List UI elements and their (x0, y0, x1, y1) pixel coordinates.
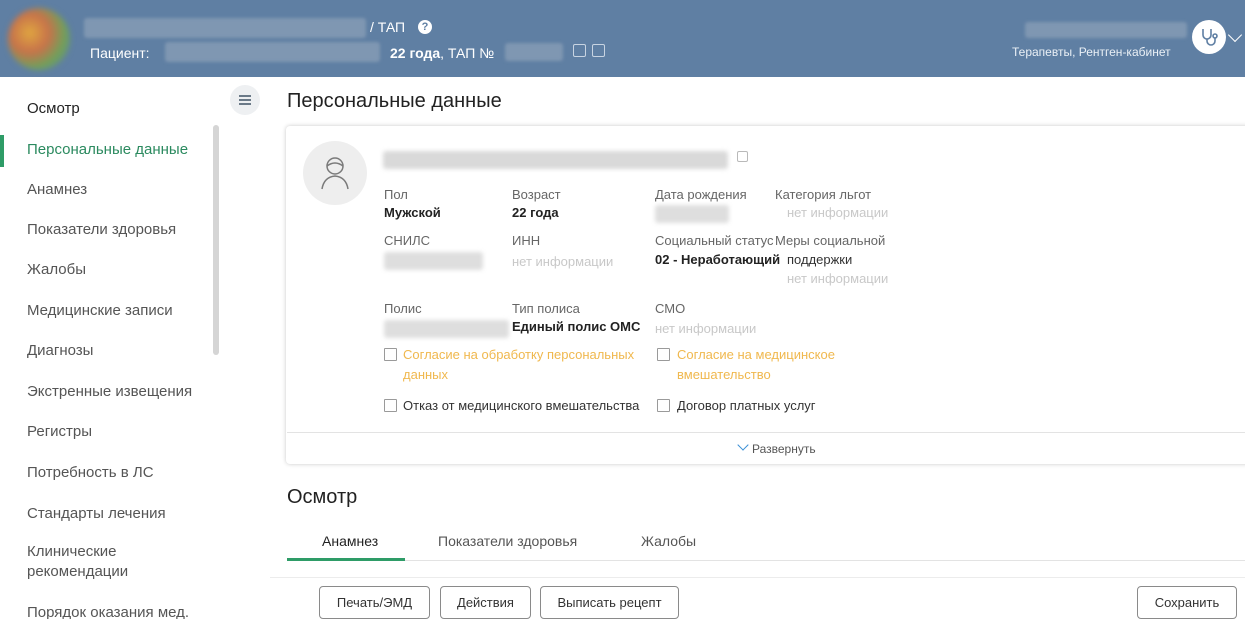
hamburger-icon-line (239, 99, 251, 101)
sidebar-item-emergency-notices[interactable]: Экстренные извещения (27, 382, 207, 402)
dob-value-blurred (655, 205, 729, 223)
sidebar-item-medical-records[interactable]: Медицинские записи (27, 301, 207, 321)
smo-value: нет информации (655, 321, 757, 336)
header-age-value: 22 года (390, 45, 441, 61)
document-icon[interactable] (592, 44, 605, 57)
external-link-icon[interactable] (573, 44, 586, 57)
user-menu-chevron-icon[interactable] (1227, 27, 1243, 43)
patient-avatar (303, 141, 367, 205)
patient-info-blurred (165, 42, 380, 62)
sex-value: Мужской (384, 205, 441, 220)
save-button[interactable]: Сохранить (1137, 586, 1237, 619)
sidebar-item-osmotr[interactable]: Осмотр (27, 99, 207, 119)
sidebar-item-complaints[interactable]: Жалобы (27, 260, 207, 280)
sidebar-item-registers[interactable]: Регистры (27, 422, 207, 442)
department-label: Терапевты, Рентген-кабинет (1012, 45, 1171, 59)
policy-type-value: Единый полис ОМС (512, 319, 641, 334)
external-link-icon[interactable] (737, 151, 748, 162)
sidebar-item-health-indicators[interactable]: Показатели здоровья (27, 220, 207, 240)
patient-full-name-blurred (383, 151, 728, 169)
social-status-value: 02 - Неработающий (655, 252, 781, 267)
sex-label: Пол (384, 187, 408, 202)
social-support-value: нет информации (787, 271, 889, 286)
consent-personal-label-2: данных (403, 367, 449, 382)
consent-medical-label-2: вмешательство (677, 367, 771, 382)
snils-label: СНИЛС (384, 233, 431, 248)
inn-value: нет информации (512, 254, 614, 269)
write-prescription-button[interactable]: Выписать рецепт (540, 586, 679, 619)
age-label: Возраст (512, 187, 561, 202)
benefit-label: Категория льгот (775, 187, 872, 202)
stethoscope-icon (1202, 29, 1218, 46)
tap-number-blurred (505, 43, 563, 61)
print-emd-button[interactable]: Печать/ЭМД (319, 586, 430, 619)
sidebar: Осмотр Персональные данные Анамнез Показ… (0, 77, 220, 619)
paid-contract-label: Договор платных услуг (677, 398, 816, 413)
person-icon (321, 157, 349, 190)
user-avatar[interactable] (1192, 20, 1226, 54)
sidebar-item-personal-data[interactable]: Персональные данные (27, 140, 207, 160)
tab-anamnesis[interactable]: Анамнез (322, 533, 378, 549)
tabs-divider (287, 560, 1245, 561)
consent-medical-label: Согласие на медицинское (677, 347, 835, 362)
patient-label: Пациент: (90, 45, 150, 61)
consent-personal-label: Согласие на обработку персональных (403, 347, 635, 362)
policy-value-blurred (384, 320, 509, 338)
refusal-label: Отказ от медицинского вмешательства (403, 398, 640, 413)
inn-label: ИНН (512, 233, 541, 248)
sidebar-item-drug-needs[interactable]: Потребность в ЛС (27, 463, 207, 483)
tab-complaints[interactable]: Жалобы (641, 533, 696, 549)
header-title: / ТАП (370, 19, 406, 35)
paid-contract-checkbox[interactable] (657, 399, 670, 412)
page-title: Персональные данные (287, 90, 502, 112)
tab-health-indicators[interactable]: Показатели здоровья (438, 533, 577, 549)
active-item-indicator (0, 135, 4, 167)
user-name-blurred (1025, 22, 1187, 38)
consent-personal-checkbox[interactable] (384, 348, 397, 361)
actions-button[interactable]: Действия (440, 586, 531, 619)
benefit-value: нет информации (787, 205, 889, 220)
expand-button[interactable]: Развернуть (752, 442, 816, 456)
social-status-label: Социальный статус (655, 233, 774, 248)
smo-label: СМО (655, 301, 686, 316)
menu-toggle-button[interactable] (230, 85, 260, 115)
policy-label: Полис (384, 301, 422, 316)
app-logo (8, 8, 70, 70)
sidebar-item-anamnesis[interactable]: Анамнез (27, 180, 207, 200)
help-icon[interactable]: ? (418, 20, 432, 34)
sidebar-item-diagnoses[interactable]: Диагнозы (27, 341, 207, 361)
policy-type-label: Тип полиса (512, 301, 580, 316)
age-value: 22 года (512, 205, 559, 220)
card-divider (287, 432, 1245, 433)
hamburger-icon (239, 95, 251, 97)
social-support-label: Меры социальной (775, 233, 886, 248)
footer-divider (270, 577, 1245, 578)
sidebar-item-care-procedure[interactable]: Порядок оказания мед. (27, 603, 207, 619)
consent-medical-checkbox[interactable] (657, 348, 670, 361)
patient-name-blurred (84, 18, 366, 38)
hamburger-icon-line (239, 103, 251, 105)
snils-value-blurred (384, 252, 483, 270)
refusal-checkbox[interactable] (384, 399, 397, 412)
sidebar-scrollbar[interactable] (213, 125, 219, 355)
personal-data-card (286, 126, 1245, 464)
app-header: / ТАП ? Пациент: 22 года, ТАП № Терапевт… (0, 0, 1245, 77)
active-tab-indicator (287, 558, 405, 561)
sidebar-item-treatment-standards[interactable]: Стандарты лечения (27, 504, 207, 524)
social-support-label-2: поддержки (787, 252, 853, 267)
header-tap-label: , ТАП № (440, 45, 495, 61)
sidebar-item-clinical-recommendations[interactable]: Клинические рекомендации (27, 542, 177, 582)
header-age: 22 года, ТАП № (390, 45, 494, 61)
dob-label: Дата рождения (655, 187, 747, 202)
exam-section-title: Осмотр (287, 486, 358, 508)
